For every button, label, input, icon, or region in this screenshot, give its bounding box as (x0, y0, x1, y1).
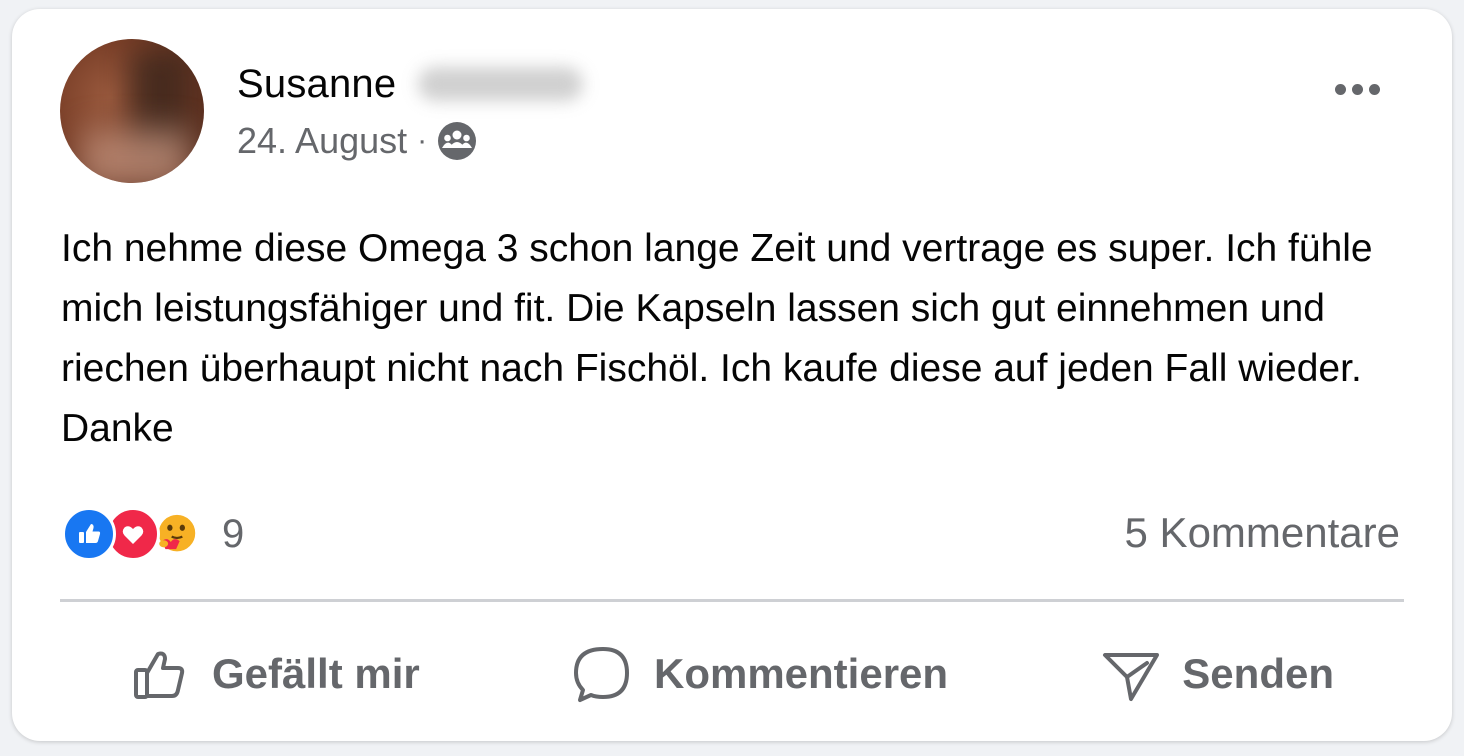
divider (60, 599, 1404, 602)
comment-label: Kommentieren (653, 650, 949, 697)
author-row: Susanne (237, 59, 584, 109)
post-meta: 24. August · (237, 119, 477, 163)
reactions-summary[interactable]: 9 (62, 505, 244, 563)
like-reaction-icon (62, 507, 116, 561)
post-date[interactable]: 24. August (237, 120, 407, 162)
author-name[interactable]: Susanne (237, 62, 396, 107)
like-label: Gefällt mir (212, 650, 420, 697)
post-text: Ich nehme diese Omega 3 schon lange Zeit… (61, 227, 1373, 450)
more-options-button[interactable] (1322, 69, 1392, 109)
meta-separator: · (417, 124, 428, 157)
group-icon (437, 121, 477, 161)
action-bar: Gefällt mir Kommentieren Senden (60, 629, 1404, 719)
more-dots-icon (1334, 83, 1346, 95)
like-button[interactable]: Gefällt mir (60, 643, 490, 705)
comment-button[interactable]: Kommentieren (502, 643, 1018, 705)
comment-bubble-icon (572, 643, 634, 705)
send-icon (1100, 643, 1162, 705)
send-button[interactable]: Senden (1030, 643, 1404, 705)
send-label: Senden (1182, 650, 1334, 697)
redacted-surname (418, 67, 584, 101)
thumbs-up-icon (130, 643, 192, 705)
avatar[interactable] (60, 39, 204, 183)
comments-count-link[interactable]: 5 Kommentare (1125, 509, 1400, 557)
post-card: Susanne 24. August · Ich nehme diese Ome… (12, 9, 1452, 741)
reaction-count: 9 (222, 511, 245, 556)
